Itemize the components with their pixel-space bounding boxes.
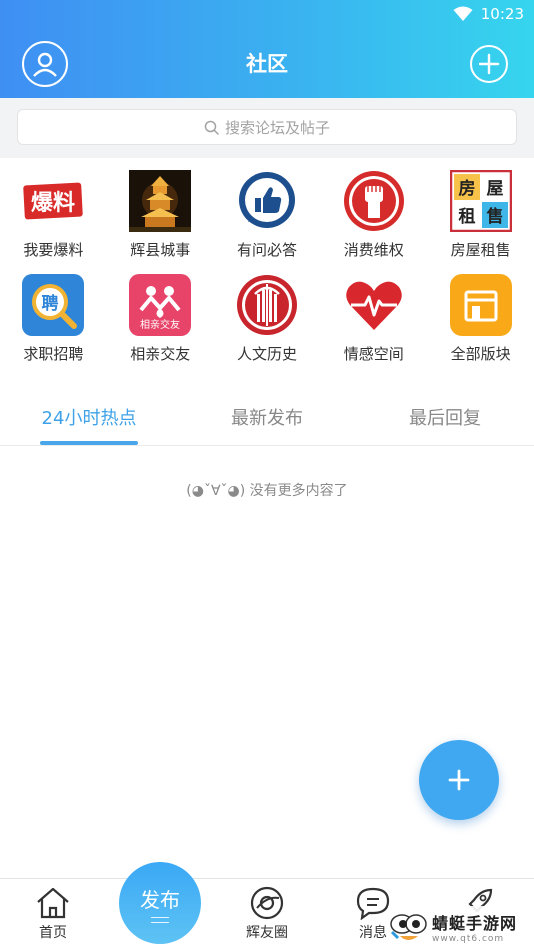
category-grid: 爆料 我要爆料 辉县城事 有问必答 消费维权 房 屋 租 售 房屋租售 聘 求职… bbox=[0, 158, 534, 366]
plus-icon bbox=[478, 53, 500, 75]
grid-item-emotion[interactable]: 情感空间 bbox=[320, 262, 427, 366]
raised-fist-icon bbox=[343, 171, 404, 231]
grid-item-recruit[interactable]: 聘 求职招聘 bbox=[0, 262, 107, 366]
heart-pulse-icon bbox=[346, 281, 402, 330]
grid-label: 情感空间 bbox=[343, 345, 404, 363]
svg-text:屋: 屋 bbox=[486, 179, 503, 199]
status-bar: 10:23 bbox=[453, 0, 524, 28]
search-placeholder: 搜索论坛及帖子 bbox=[224, 118, 330, 137]
grid-label: 人文历史 bbox=[236, 345, 297, 363]
page-title: 社区 bbox=[246, 52, 288, 76]
planet-icon bbox=[250, 886, 284, 920]
watermark: 蜻蜓手游网 www.qt6.com bbox=[388, 906, 532, 948]
publish-label: 发布 bbox=[140, 887, 180, 912]
tab-latest[interactable]: 最新发布 bbox=[220, 380, 314, 446]
grid-label: 消费维权 bbox=[343, 241, 404, 259]
tab-underline bbox=[40, 441, 138, 445]
tab-label: 24小时热点 bbox=[41, 408, 137, 429]
grid-item-consumer-rights[interactable]: 消费维权 bbox=[320, 158, 427, 262]
publish-button[interactable]: 发布 bbox=[119, 862, 201, 944]
nav-home[interactable]: 首页 bbox=[8, 879, 98, 949]
nav-label: 辉友圈 bbox=[246, 925, 288, 941]
wifi-icon bbox=[453, 6, 473, 21]
tab-last-reply[interactable]: 最后回复 bbox=[398, 380, 492, 446]
nav-label: 首页 bbox=[39, 925, 67, 941]
search-area: 搜索论坛及帖子 bbox=[0, 98, 534, 158]
grid-label: 辉县城事 bbox=[130, 241, 191, 259]
grid-item-city-events[interactable]: 辉县城事 bbox=[107, 158, 214, 262]
search-icon bbox=[204, 120, 219, 135]
plus-icon bbox=[448, 769, 470, 791]
grid-label: 全部版块 bbox=[450, 345, 511, 363]
status-time: 10:23 bbox=[480, 5, 524, 23]
shop-icon bbox=[449, 274, 512, 336]
grid-item-qa[interactable]: 有问必答 bbox=[214, 158, 321, 262]
tab-label: 最新发布 bbox=[231, 408, 303, 429]
grid-label: 有问必答 bbox=[236, 241, 297, 259]
app-header: 10:23 社区 bbox=[0, 0, 534, 98]
baoliao-icon: 爆料 bbox=[22, 170, 85, 232]
grid-item-dating[interactable]: 相亲交友 相亲交友 bbox=[107, 262, 214, 366]
recruit-magnifier-icon: 聘 bbox=[22, 274, 85, 336]
svg-text:聘: 聘 bbox=[42, 293, 59, 314]
grid-label: 我要爆料 bbox=[23, 241, 84, 259]
floating-add-button[interactable] bbox=[419, 740, 499, 820]
grid-item-baoliao[interactable]: 爆料 我要爆料 bbox=[0, 158, 107, 262]
dragonfly-logo-icon bbox=[390, 914, 427, 940]
pagoda-photo-icon bbox=[129, 170, 192, 232]
tab-24h-hot[interactable]: 24小时热点 bbox=[40, 380, 138, 446]
house-rent-icon: 房 屋 租 售 bbox=[449, 170, 512, 232]
tab-label: 最后回复 bbox=[409, 408, 481, 429]
grid-label: 房屋租售 bbox=[450, 241, 511, 259]
nav-label: 消息 bbox=[359, 925, 387, 941]
grid-label: 求职招聘 bbox=[23, 345, 84, 363]
svg-text:售: 售 bbox=[486, 206, 503, 227]
watermark-url: www.qt6.com bbox=[432, 934, 505, 944]
grid-item-all-sections[interactable]: 全部版块 bbox=[427, 262, 534, 366]
history-building-icon bbox=[236, 275, 297, 335]
grid-item-history[interactable]: 人文历史 bbox=[214, 262, 321, 366]
search-input[interactable]: 搜索论坛及帖子 bbox=[17, 109, 517, 145]
svg-text:爆料: 爆料 bbox=[31, 191, 75, 216]
nav-friends[interactable]: 辉友圈 bbox=[222, 879, 312, 949]
watermark-name: 蜻蜓手游网 bbox=[432, 914, 518, 933]
feed-tabs: 24小时热点 最新发布 最后回复 bbox=[0, 380, 534, 446]
svg-text:相亲交友: 相亲交友 bbox=[140, 318, 180, 331]
grid-label: 相亲交友 bbox=[130, 345, 191, 363]
svg-text:房: 房 bbox=[458, 178, 475, 199]
home-icon bbox=[37, 887, 69, 919]
grid-item-house-rental[interactable]: 房 屋 租 售 房屋租售 bbox=[427, 158, 534, 262]
chat-bubble-icon bbox=[356, 887, 390, 920]
svg-text:租: 租 bbox=[458, 206, 475, 227]
empty-feed-message: (◕ˇ∀ˇ◕) 没有更多内容了 bbox=[186, 483, 348, 499]
publish-lines-icon bbox=[151, 916, 169, 923]
thumbs-up-icon bbox=[238, 172, 295, 228]
add-button[interactable] bbox=[470, 45, 508, 83]
dating-icon: 相亲交友 bbox=[129, 274, 192, 336]
